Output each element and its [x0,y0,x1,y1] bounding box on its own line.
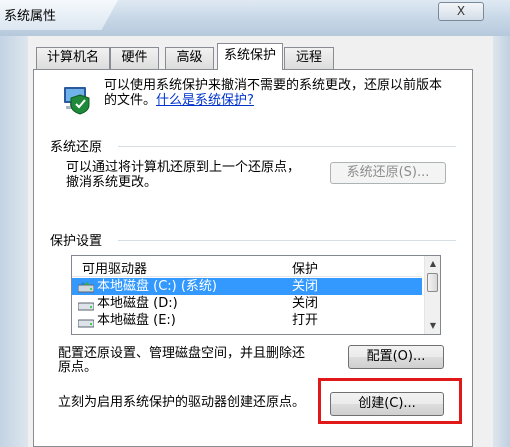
system-drive-icon [77,281,95,293]
drive-name: 本地磁盘 (C:) (系统) [97,279,218,294]
drive-protection-status: 打开 [292,313,319,328]
scroll-up-icon[interactable]: ▲ [425,256,440,272]
restore-description-line1: 可以通过将计算机还原到上一个还原点， [66,160,301,175]
drive-row-e[interactable]: 本地磁盘 (E:) 打开 [72,312,422,329]
system-restore-button[interactable]: 系统还原(S)... [330,162,446,184]
create-description: 立刻为启用系统保护的驱动器创建还原点。 [58,395,306,410]
drive-icon [77,299,95,311]
protection-settings-group-label: 保护设置 [50,234,103,249]
tab-system-protection[interactable]: 系统保护 [217,43,283,70]
window-title: 系统属性 [4,9,57,24]
tab-hardware[interactable]: 硬件 [110,47,159,69]
close-icon: X [456,4,466,18]
tab-computer-name[interactable]: 计算机名 [36,47,110,69]
scroll-down-icon[interactable]: ▼ [425,318,440,334]
highlight-box [318,378,462,424]
configure-button[interactable]: 配置(O)... [348,345,444,369]
list-scrollbar[interactable]: ▲ ▼ [424,256,440,334]
drive-name: 本地磁盘 (E:) [97,313,176,328]
info-description: 可以使用系统保护来撤消不需要的系统更改，还原以前版本的文件。什么是系统保护? [104,78,443,108]
drive-name: 本地磁盘 (D:) [97,296,178,311]
column-header-protection[interactable]: 保护 [292,258,318,277]
configure-description-line1: 配置还原设置、管理磁盘空间，并且删除还 [58,346,306,361]
system-protection-icon [58,81,92,115]
drive-row-d[interactable]: 本地磁盘 (D:) 关闭 [72,295,422,312]
window-frame-right [493,36,510,447]
tab-advanced[interactable]: 高级 [165,47,214,69]
configure-description-line2: 原点。 [58,360,98,375]
group-divider [118,240,456,241]
drive-protection-status: 关闭 [292,296,319,311]
restore-description-line2: 撤消系统更改。 [66,175,158,190]
system-restore-group-label: 系统还原 [50,140,103,155]
group-divider [118,146,456,147]
close-button[interactable]: X [438,2,484,21]
tab-remote[interactable]: 远程 [284,47,334,69]
drive-icon [77,316,95,328]
scroll-thumb[interactable] [427,273,438,292]
drive-row-c[interactable]: 本地磁盘 (C:) (系统) 关闭 [72,278,422,295]
list-header: 可用驱动器 保护 [72,256,422,277]
drives-list[interactable]: 可用驱动器 保护 本地磁盘 (C:) (系统) 关闭 本地磁盘 (D:) 关闭 … [71,255,441,335]
drive-protection-status: 关闭 [292,279,319,294]
what-is-system-protection-link[interactable]: 什么是系统保护? [156,93,254,108]
window-frame-left [0,36,28,447]
column-header-drives[interactable]: 可用驱动器 [82,258,147,277]
